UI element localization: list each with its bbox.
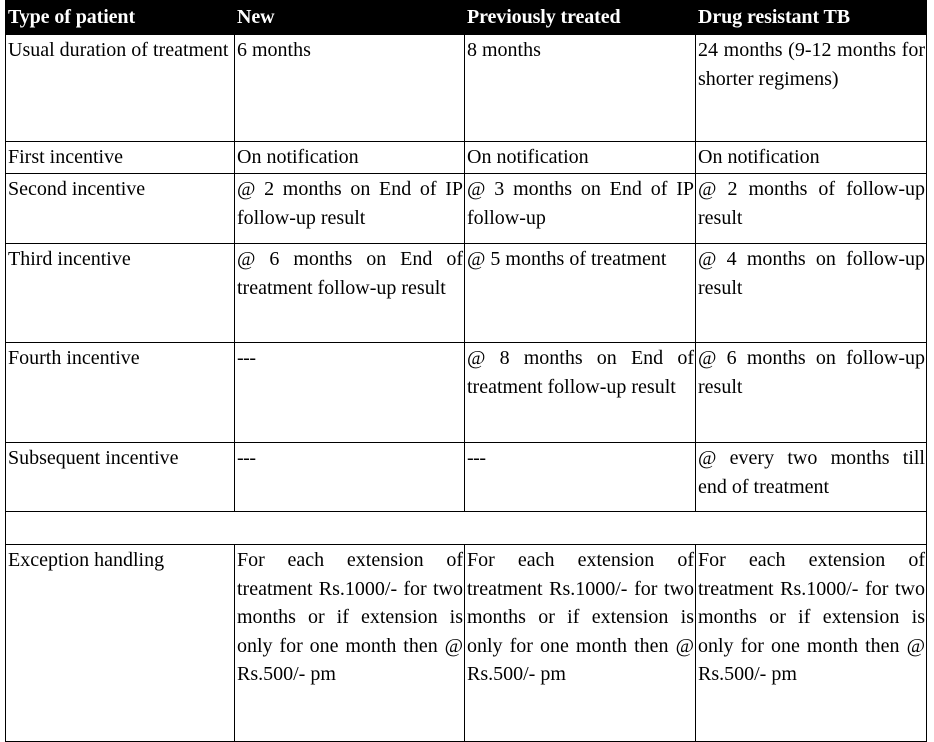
cell-fourth-incentive-drug-resistant: @ 6 months on follow-up result <box>695 342 927 444</box>
cell-first-incentive-drug-resistant: On notification <box>695 141 927 175</box>
cell-exception-handling-new: For each extension of treatment Rs.1000/… <box>234 544 465 742</box>
cell-text: Subsequent incentive <box>8 447 179 470</box>
table-header-row: Type of patient New Previously treated D… <box>5 0 927 36</box>
cell-subsequent-incentive-drug-resistant: @ every two months till end of treatment <box>695 442 927 513</box>
cell-text: Fourth incentive <box>8 347 140 370</box>
column-header-label: New <box>237 6 275 28</box>
cell-text: --- <box>237 447 256 470</box>
cell-usual-duration-previously-treated: 8 months <box>464 34 696 143</box>
table-row: Third incentive @ 6 months on End of tre… <box>5 243 927 344</box>
table-row: Usual duration of treatment 6 months 8 m… <box>5 34 927 143</box>
cell-text: 6 months <box>237 39 311 62</box>
table-row: Fourth incentive --- @ 8 months on End o… <box>5 342 927 444</box>
cell-text: On notification <box>467 146 589 169</box>
cell-text: @ 6 months on follow-up result <box>698 347 925 398</box>
cell-usual-duration-drug-resistant: 24 months (9-12 months for shorter regim… <box>695 34 927 143</box>
cell-text: For each extension of treatment Rs.1000/… <box>467 549 694 685</box>
column-header-label: Drug resistant TB <box>698 6 851 28</box>
row-label-usual-duration-of-treatment: Usual duration of treatment <box>5 34 235 143</box>
column-header-type-of-patient: Type of patient <box>5 0 235 36</box>
cell-text: On notification <box>698 146 820 169</box>
cell-third-incentive-drug-resistant: @ 4 months on follow-up result <box>695 243 927 344</box>
cell-text: @ 5 months of treatment <box>467 248 667 271</box>
cell-text: Second incentive <box>8 178 146 201</box>
cell-text: On notification <box>237 146 359 169</box>
cell-spacer <box>5 511 927 546</box>
table-row: Exception handling For each extension of… <box>5 544 927 742</box>
row-label-first-incentive: First incentive <box>5 141 235 175</box>
cell-usual-duration-new: 6 months <box>234 34 465 143</box>
row-label-second-incentive: Second incentive <box>5 173 235 245</box>
cell-exception-handling-drug-resistant: For each extension of treatment Rs.1000/… <box>695 544 927 742</box>
cell-fourth-incentive-new: --- <box>234 342 465 444</box>
cell-text: First incentive <box>8 146 123 169</box>
row-label-third-incentive: Third incentive <box>5 243 235 344</box>
row-label-exception-handling: Exception handling <box>5 544 235 742</box>
column-header-new: New <box>234 0 465 36</box>
cell-subsequent-incentive-previously-treated: --- <box>464 442 696 513</box>
column-header-drug-resistant-tb: Drug resistant TB <box>695 0 927 36</box>
cell-subsequent-incentive-new: --- <box>234 442 465 513</box>
cell-text: @ 6 months on End of treatment follow-up… <box>237 248 463 299</box>
cell-text: @ 8 months on End of treatment follow-up… <box>467 347 694 398</box>
cell-first-incentive-new: On notification <box>234 141 465 175</box>
cell-text: @ every two months till end of treatment <box>698 447 925 498</box>
table-row: Subsequent incentive --- --- @ every two… <box>5 442 927 513</box>
incentive-table-container: Type of patient New Previously treated D… <box>5 0 927 742</box>
row-label-fourth-incentive: Fourth incentive <box>5 342 235 444</box>
cell-text: @ 2 months of follow-up result <box>698 178 925 229</box>
cell-text: 24 months (9-12 months for shorter regim… <box>698 39 925 90</box>
cell-text: Third incentive <box>8 248 131 271</box>
cell-fourth-incentive-previously-treated: @ 8 months on End of treatment follow-up… <box>464 342 696 444</box>
table-row: Second incentive @ 2 months on End of IP… <box>5 173 927 245</box>
column-header-label: Previously treated <box>467 6 621 28</box>
cell-third-incentive-previously-treated: @ 5 months of treatment <box>464 243 696 344</box>
patient-incentive-table: Type of patient New Previously treated D… <box>5 0 927 742</box>
table-row: First incentive On notification On notif… <box>5 141 927 175</box>
cell-second-incentive-drug-resistant: @ 2 months of follow-up result <box>695 173 927 245</box>
cell-second-incentive-previously-treated: @ 3 months on End of IP follow-up <box>464 173 696 245</box>
cell-text: For each extension of treatment Rs.1000/… <box>698 549 925 685</box>
cell-text: 8 months <box>467 39 541 62</box>
cell-text: --- <box>467 447 486 470</box>
cell-text: Usual duration of treatment <box>8 39 229 62</box>
cell-text: @ 3 months on End of IP follow-up <box>467 178 694 229</box>
cell-first-incentive-previously-treated: On notification <box>464 141 696 175</box>
column-header-previously-treated: Previously treated <box>464 0 696 36</box>
cell-text: Exception handling <box>8 549 165 572</box>
cell-text: @ 2 months on End of IP follow-up result <box>237 178 463 229</box>
cell-exception-handling-previously-treated: For each extension of treatment Rs.1000/… <box>464 544 696 742</box>
column-header-label: Type of patient <box>8 6 136 28</box>
cell-third-incentive-new: @ 6 months on End of treatment follow-up… <box>234 243 465 344</box>
cell-text: --- <box>237 347 256 370</box>
table-spacer-row <box>5 511 927 546</box>
cell-text: @ 4 months on follow-up result <box>698 248 925 299</box>
row-label-subsequent-incentive: Subsequent incentive <box>5 442 235 513</box>
cell-second-incentive-new: @ 2 months on End of IP follow-up result <box>234 173 465 245</box>
cell-text: For each extension of treatment Rs.1000/… <box>237 549 463 685</box>
